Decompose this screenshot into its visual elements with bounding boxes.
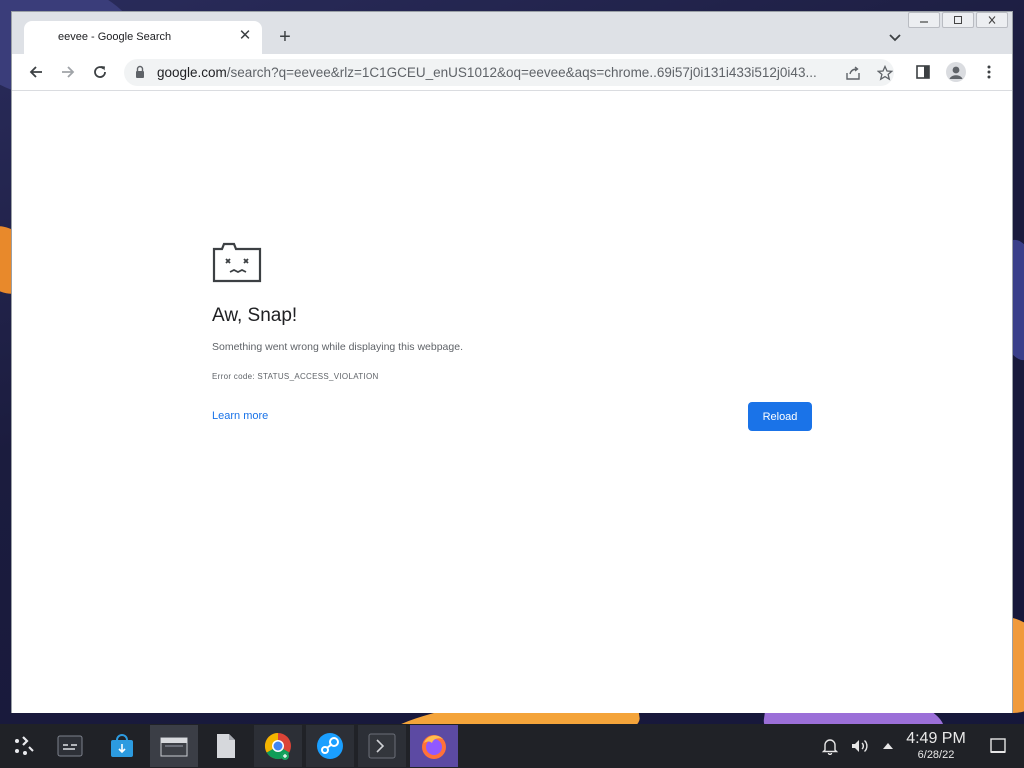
forward-button[interactable] — [57, 61, 79, 83]
text-file-icon[interactable] — [202, 725, 250, 767]
window-controls — [908, 12, 1008, 28]
learn-more-link[interactable]: Learn more — [212, 410, 268, 422]
close-tab-icon[interactable]: ✕ — [236, 27, 254, 45]
profile-avatar-icon[interactable] — [945, 61, 967, 83]
back-button[interactable] — [25, 61, 47, 83]
browser-tab[interactable]: eevee - Google Search ✕ — [24, 21, 262, 54]
minimize-button[interactable] — [908, 12, 940, 28]
side-panel-icon[interactable] — [912, 61, 934, 83]
file-manager-icon[interactable] — [150, 725, 198, 767]
share-icon[interactable] — [844, 64, 862, 82]
volume-icon[interactable] — [850, 736, 870, 756]
system-settings-icon[interactable] — [46, 725, 94, 767]
terminal-icon[interactable] — [358, 725, 406, 767]
browser-window: eevee - Google Search ✕ + google.com/sea… — [11, 11, 1013, 713]
application-launcher-icon[interactable] — [0, 725, 48, 767]
discover-store-icon[interactable] — [98, 725, 146, 767]
bookmark-star-icon[interactable] — [876, 64, 894, 82]
notifications-bell-icon[interactable] — [820, 736, 840, 756]
clock[interactable]: 4:49 PM 6/28/22 — [902, 730, 970, 762]
show-desktop-icon[interactable] — [988, 736, 1008, 756]
close-window-button[interactable] — [976, 12, 1008, 28]
clock-date: 6/28/22 — [917, 749, 955, 761]
error-message: Something went wrong while displaying th… — [212, 341, 463, 353]
system-tray-expand-icon[interactable] — [878, 736, 898, 756]
tab-strip: eevee - Google Search ✕ + — [12, 12, 1012, 54]
sad-tab-icon — [212, 241, 262, 283]
lock-icon[interactable] — [133, 65, 147, 79]
tab-title: eevee - Google Search — [58, 31, 172, 43]
maximize-button[interactable] — [942, 12, 974, 28]
url-path: /search?q=eevee&rlz=1C1GCEU_enUS1012&oq=… — [226, 65, 817, 80]
clock-time: 4:49 PM — [906, 730, 966, 747]
address-bar[interactable]: google.com/search?q=eevee&rlz=1C1GCEU_en… — [124, 59, 894, 86]
error-code: Error code: STATUS_ACCESS_VIOLATION — [212, 372, 379, 381]
chrome-icon[interactable] — [254, 725, 302, 767]
page-content: Aw, Snap! Something went wrong while dis… — [12, 91, 1012, 713]
steam-icon[interactable] — [306, 725, 354, 767]
firefox-icon[interactable] — [410, 725, 458, 767]
reload-button[interactable]: Reload — [748, 402, 812, 431]
tab-search-chevron-icon[interactable] — [886, 28, 904, 46]
taskbar: 4:49 PM 6/28/22 — [0, 724, 1024, 768]
browser-toolbar: google.com/search?q=eevee&rlz=1C1GCEU_en… — [12, 54, 1012, 91]
url-host: google.com — [157, 65, 227, 80]
error-title: Aw, Snap! — [212, 305, 298, 326]
new-tab-button[interactable]: + — [274, 26, 296, 48]
url-text: google.com/search?q=eevee&rlz=1C1GCEU_en… — [157, 65, 837, 80]
menu-kebab-icon[interactable] — [978, 61, 1000, 83]
reload-icon[interactable] — [89, 61, 111, 83]
